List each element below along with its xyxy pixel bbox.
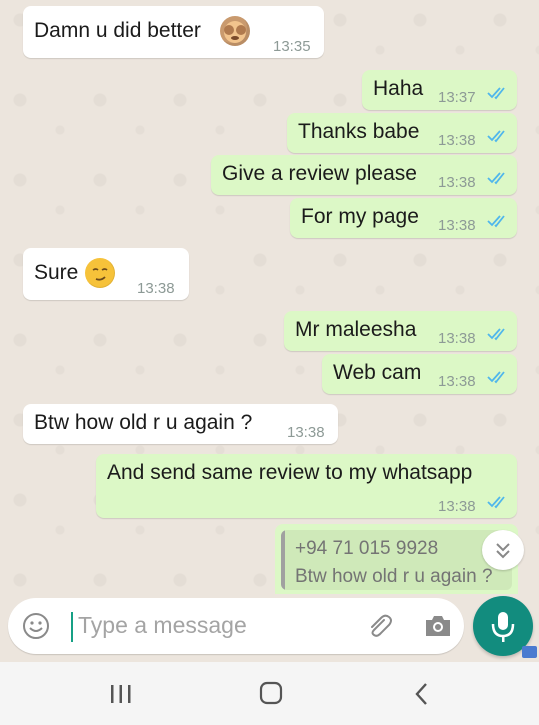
quoted-text: Btw how old r u again ? (295, 566, 493, 587)
quoted-sender: +94 71 015 9928 (295, 538, 439, 559)
message-time: 13:38 (438, 174, 476, 191)
message-bubble-outgoing[interactable]: For my page 13:38 (290, 198, 517, 238)
message-text: Give a review please (222, 162, 417, 185)
text-caret (71, 612, 73, 642)
message-time: 13:35 (273, 38, 311, 55)
message-text: Web cam (333, 361, 422, 384)
smirking-face-emoji (85, 258, 115, 288)
message-bubble-incoming[interactable]: Damn u did better 13:35 (23, 6, 324, 58)
recent-apps-icon[interactable] (109, 684, 133, 704)
message-time: 13:38 (438, 330, 476, 347)
message-bubble-outgoing[interactable]: Give a review please 13:38 (211, 155, 517, 195)
message-time: 13:38 (438, 132, 476, 149)
message-time: 13:38 (438, 373, 476, 390)
attach-icon[interactable] (364, 611, 394, 641)
message-text: And send same review to my whatsapp (107, 461, 473, 484)
system-navigation-bar (0, 662, 539, 725)
quoted-message[interactable]: +94 71 015 9928 Btw how old r u again ? (281, 530, 512, 590)
message-text: Btw how old r u again ? (34, 411, 253, 434)
message-time: 13:38 (137, 280, 175, 297)
emoji-icon[interactable] (22, 612, 50, 640)
overlay-badge-icon (522, 646, 537, 658)
read-ticks-icon (486, 129, 510, 143)
message-bubble-outgoing[interactable]: And send same review to my whatsapp 13:3… (96, 454, 517, 518)
chevron-double-down-icon (496, 543, 510, 559)
home-icon[interactable] (259, 681, 283, 705)
read-ticks-icon (486, 327, 510, 341)
message-text: For my page (301, 205, 419, 228)
read-ticks-icon (486, 171, 510, 185)
message-text: Haha (373, 77, 424, 100)
scroll-down-button[interactable] (482, 530, 524, 570)
read-ticks-icon (486, 370, 510, 384)
message-bubble-incoming[interactable]: Sure 13:38 (23, 248, 189, 300)
message-text: Thanks babe (298, 120, 420, 143)
chat-area[interactable]: Damn u did better 13:35 Haha 13:37 Thank… (0, 0, 539, 600)
message-time: 13:38 (438, 217, 476, 234)
message-text: Mr maleesha (295, 318, 417, 341)
message-bubble-outgoing[interactable]: Haha 13:37 (362, 70, 517, 110)
message-bubble-incoming[interactable]: Btw how old r u again ? 13:38 (23, 404, 338, 444)
message-text: Damn u did better (34, 19, 201, 42)
message-time: 13:38 (438, 498, 476, 515)
camera-icon[interactable] (423, 613, 453, 639)
read-ticks-icon (486, 86, 510, 100)
message-bubble-outgoing[interactable]: Mr maleesha 13:38 (284, 311, 517, 351)
message-bubble-outgoing[interactable]: Web cam 13:38 (322, 354, 517, 394)
message-input[interactable]: Type a message (78, 612, 247, 639)
quote-bar (281, 530, 285, 590)
see-no-evil-monkey-emoji (220, 16, 250, 46)
read-ticks-icon (486, 495, 510, 509)
back-icon[interactable] (412, 682, 432, 706)
message-composer[interactable]: Type a message (8, 598, 464, 654)
message-bubble-outgoing[interactable]: Thanks babe 13:38 (287, 113, 517, 153)
read-ticks-icon (486, 214, 510, 228)
message-text: Sure (34, 261, 79, 284)
message-time: 13:37 (438, 89, 476, 106)
message-time: 13:38 (287, 424, 325, 441)
